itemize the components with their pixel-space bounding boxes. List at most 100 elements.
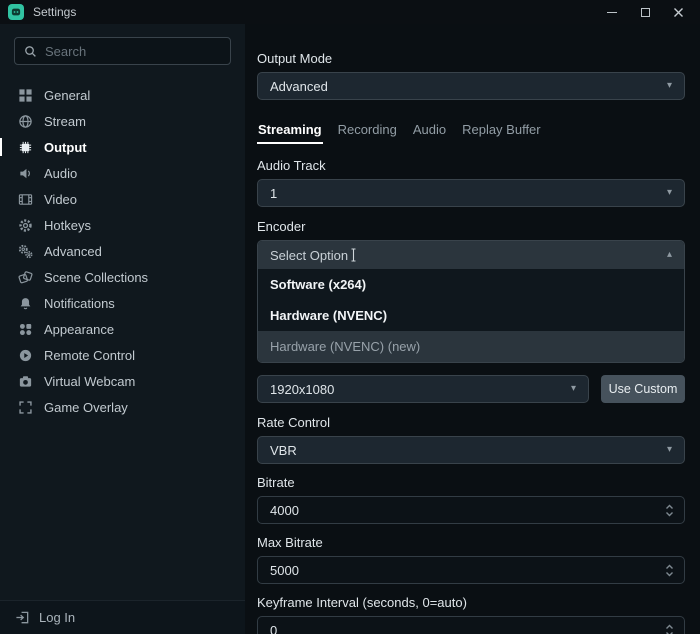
keyframe-interval-label: Keyframe Interval (seconds, 0=auto) — [257, 595, 685, 610]
search-box — [14, 37, 231, 65]
output-mode-value: Advanced — [270, 79, 328, 94]
resolution-row: 1920x1080 ▾ Use Custom — [257, 375, 685, 403]
sidebar-item-label: Notifications — [44, 296, 115, 311]
keyframe-interval-field: Keyframe Interval (seconds, 0=auto) — [257, 595, 685, 634]
output-mode-label: Output Mode — [257, 51, 685, 66]
keyframe-interval-input-wrap — [257, 616, 685, 634]
sidebar-item-label: Hotkeys — [44, 218, 91, 233]
sidebar-item-output[interactable]: Output — [0, 134, 245, 160]
chevron-down-icon: ▾ — [667, 188, 672, 198]
tab-recording[interactable]: Recording — [337, 122, 398, 144]
tab-replay-buffer[interactable]: Replay Buffer — [461, 122, 542, 144]
sidebar-item-scene-collections[interactable]: Scene Collections — [0, 264, 245, 290]
rate-control-select[interactable]: VBR ▾ — [257, 436, 685, 464]
sidebar-item-label: Game Overlay — [44, 400, 128, 415]
encoder-select[interactable]: Select Option ▴ — [258, 241, 684, 269]
bell-icon — [17, 295, 33, 311]
scenes-icon — [17, 269, 33, 285]
chip-icon — [17, 139, 33, 155]
gears-icon — [17, 243, 33, 259]
streamlabs-logo-icon — [8, 4, 24, 20]
tab-streaming[interactable]: Streaming — [257, 122, 323, 144]
use-custom-button[interactable]: Use Custom — [601, 375, 685, 403]
login-button[interactable]: Log In — [0, 600, 245, 634]
sidebar-item-advanced[interactable]: Advanced — [0, 238, 245, 264]
grid-icon — [17, 87, 33, 103]
sidebar-item-label: Virtual Webcam — [44, 374, 135, 389]
sidebar-item-audio[interactable]: Audio — [0, 160, 245, 186]
audio-track-select[interactable]: 1 ▾ — [257, 179, 685, 207]
sidebar-item-label: Audio — [44, 166, 77, 181]
audio-track-value: 1 — [270, 186, 277, 201]
output-mode-select[interactable]: Advanced ▾ — [257, 72, 685, 100]
close-icon[interactable] — [672, 6, 684, 18]
bitrate-field: Bitrate — [257, 475, 685, 524]
sidebar-item-general[interactable]: General — [0, 82, 245, 108]
rate-control-label: Rate Control — [257, 415, 685, 430]
max-bitrate-label: Max Bitrate — [257, 535, 685, 550]
encoder-options-list: Software (x264) Hardware (NVENC) Hardwar… — [258, 269, 684, 362]
expand-icon — [17, 399, 33, 415]
globe-icon — [17, 113, 33, 129]
output-settings-panel: Output Mode Advanced ▾ Streaming Recordi… — [245, 24, 700, 634]
encoder-value: Select Option — [270, 248, 348, 263]
sidebar-item-game-overlay[interactable]: Game Overlay — [0, 394, 245, 420]
chevron-down-icon: ▾ — [571, 384, 576, 394]
shapes-icon — [17, 321, 33, 337]
play-circle-icon — [17, 347, 33, 363]
encoder-label: Encoder — [257, 219, 685, 234]
sidebar-item-remote-control[interactable]: Remote Control — [0, 342, 245, 368]
tab-audio[interactable]: Audio — [412, 122, 447, 144]
chevron-down-icon: ▾ — [667, 445, 672, 455]
max-bitrate-input[interactable] — [270, 563, 665, 578]
sidebar-item-hotkeys[interactable]: Hotkeys — [0, 212, 245, 238]
search-icon — [24, 45, 37, 58]
encoder-combobox: Select Option ▴ Software (x264) Hardware… — [257, 240, 685, 363]
bitrate-input[interactable] — [270, 503, 665, 518]
maximize-icon[interactable] — [639, 6, 651, 18]
output-mode-field: Output Mode Advanced ▾ — [257, 51, 685, 100]
app-body: General Stream Output Audio Video — [0, 24, 700, 634]
sidebar-item-label: Remote Control — [44, 348, 135, 363]
audio-track-label: Audio Track — [257, 158, 685, 173]
sidebar-item-label: Scene Collections — [44, 270, 148, 285]
login-icon — [15, 610, 30, 625]
sidebar-item-video[interactable]: Video — [0, 186, 245, 212]
sidebar-item-appearance[interactable]: Appearance — [0, 316, 245, 342]
keyframe-interval-input[interactable] — [270, 623, 665, 634]
audio-track-field: Audio Track 1 ▾ — [257, 158, 685, 207]
gear-icon — [17, 217, 33, 233]
login-label: Log In — [39, 610, 75, 625]
chevron-up-icon: ▴ — [667, 250, 672, 260]
minimize-icon[interactable] — [606, 6, 618, 18]
spinner-icon[interactable] — [665, 563, 674, 578]
encoder-option-software-x264[interactable]: Software (x264) — [258, 269, 684, 300]
sidebar: General Stream Output Audio Video — [0, 24, 245, 634]
titlebar: Settings — [0, 0, 700, 24]
spinner-icon[interactable] — [665, 623, 674, 634]
encoder-option-hardware-nvenc[interactable]: Hardware (NVENC) — [258, 300, 684, 331]
encoder-field: Encoder Select Option ▴ Software (x264) — [257, 219, 685, 363]
resolution-value: 1920x1080 — [270, 382, 334, 397]
film-icon — [17, 191, 33, 207]
sidebar-item-label: Appearance — [44, 322, 114, 337]
max-bitrate-input-wrap — [257, 556, 685, 584]
text-cursor-icon — [349, 248, 358, 265]
sidebar-item-label: Advanced — [44, 244, 102, 259]
sidebar-item-label: Stream — [44, 114, 86, 129]
rate-control-value: VBR — [270, 443, 297, 458]
search-input[interactable] — [45, 44, 221, 59]
settings-window: Settings General Stream — [0, 0, 700, 634]
sidebar-item-label: Video — [44, 192, 77, 207]
sidebar-item-label: Output — [44, 140, 87, 155]
sidebar-item-virtual-webcam[interactable]: Virtual Webcam — [0, 368, 245, 394]
sidebar-item-notifications[interactable]: Notifications — [0, 290, 245, 316]
speaker-icon — [17, 165, 33, 181]
output-tabs: Streaming Recording Audio Replay Buffer — [257, 122, 685, 144]
encoder-option-hardware-nvenc-new[interactable]: Hardware (NVENC) (new) — [258, 331, 684, 362]
sidebar-item-label: General — [44, 88, 90, 103]
bitrate-label: Bitrate — [257, 475, 685, 490]
spinner-icon[interactable] — [665, 503, 674, 518]
resolution-select[interactable]: 1920x1080 ▾ — [257, 375, 589, 403]
sidebar-item-stream[interactable]: Stream — [0, 108, 245, 134]
